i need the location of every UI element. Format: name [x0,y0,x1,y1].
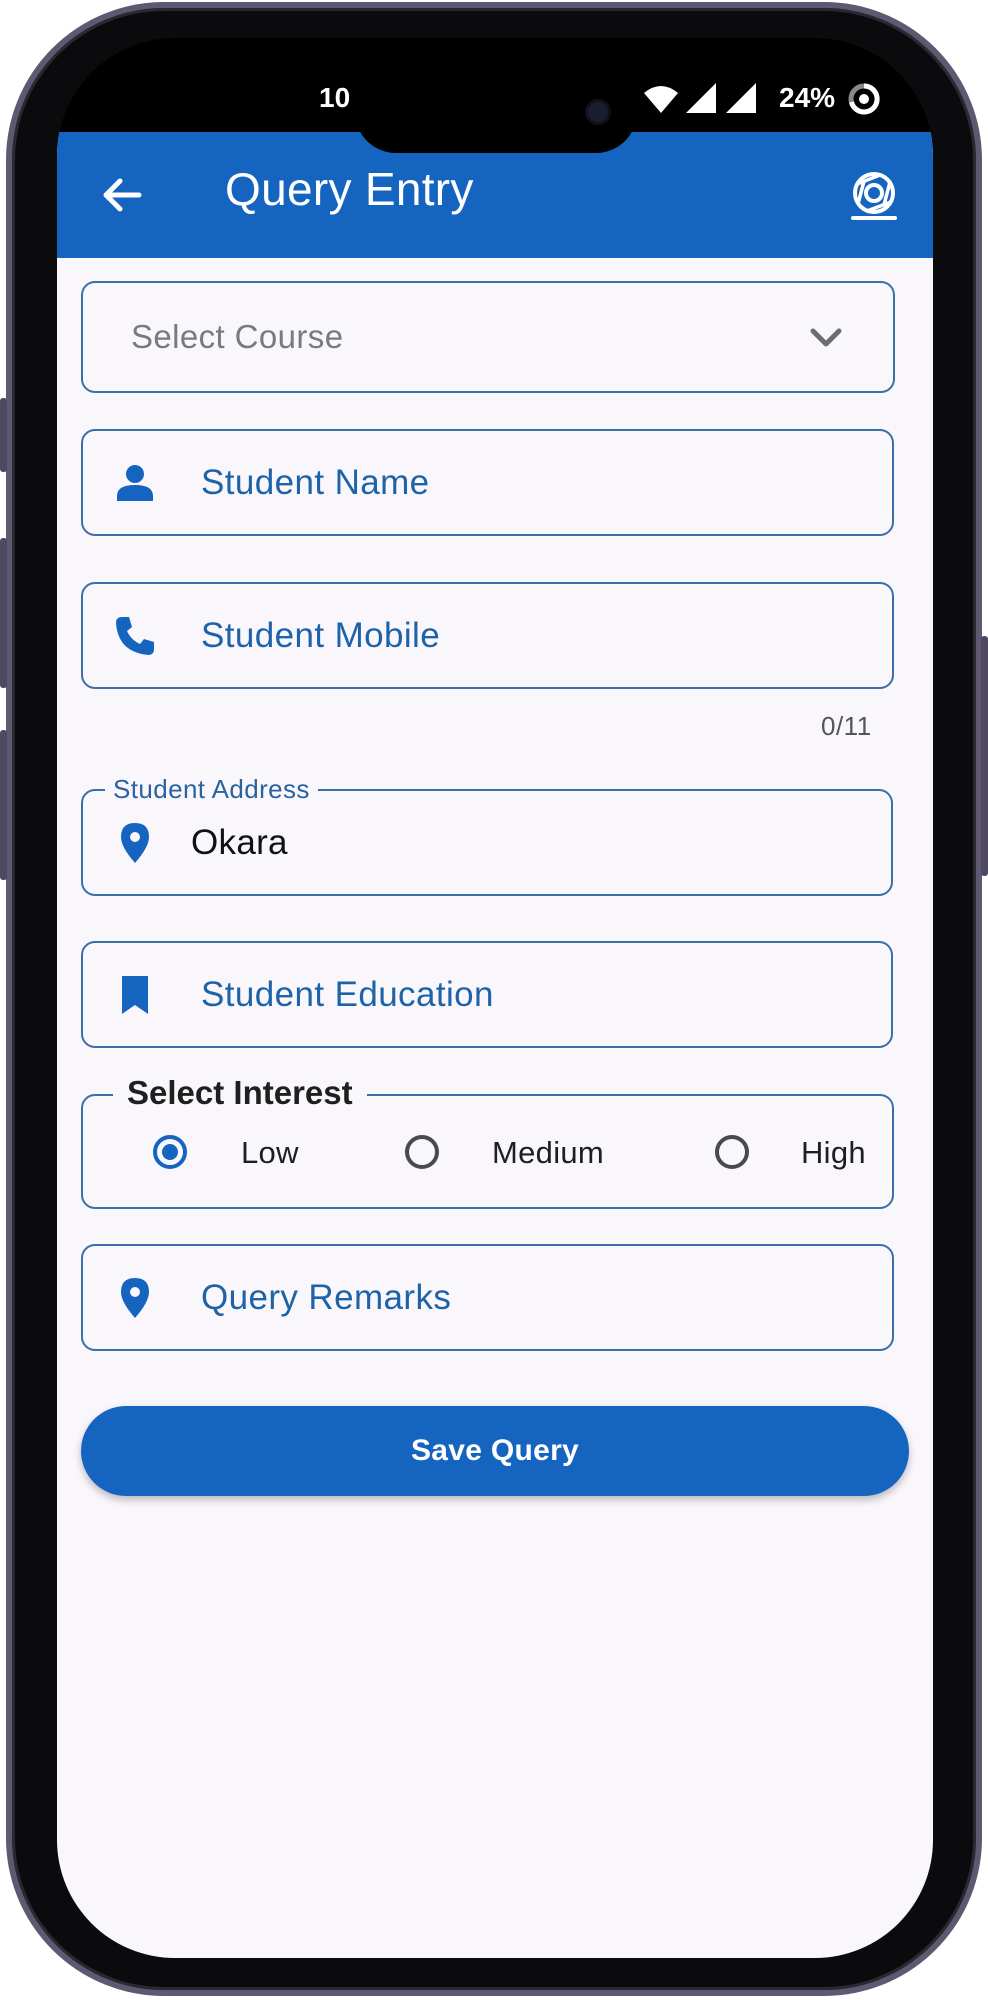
student-name-label: Student Name [201,462,430,502]
student-address-field[interactable]: Student Address Okara [81,774,893,896]
power-button [981,636,988,876]
save-query-label: Save Query [410,1434,580,1467]
query-remarks-label: Query Remarks [201,1277,452,1317]
volume-up-button [0,538,7,688]
dynamic-island [355,71,637,153]
front-camera-icon [588,102,608,122]
page-title: Query Entry [225,163,474,215]
mobile-char-counter: 0/11 [821,711,872,741]
person-icon [117,464,153,501]
battery-percent: 24% [779,82,836,113]
bookmark-icon [122,975,148,1014]
radio-high-indicator [715,1134,749,1169]
student-mobile-label: Student Mobile [201,615,441,655]
radio-low-indicator [153,1134,187,1169]
save-query-button[interactable]: Save Query [81,1406,909,1496]
phone-screen: 10 24% Query Entry Select Course Student… [57,38,933,1958]
radio-high-label: High [801,1134,866,1170]
location-pin-icon [121,822,149,863]
student-address-value: Okara [191,822,288,862]
location-pin-icon [121,1277,149,1318]
action-button [0,398,7,472]
student-address-label: Student Address [105,774,318,805]
signal-icon [726,83,756,113]
radio-medium-indicator [405,1134,439,1169]
radio-medium-label: Medium [492,1134,605,1170]
student-mobile-field[interactable]: Student Mobile [81,582,894,689]
signal-icon [686,83,716,113]
query-remarks-field[interactable]: Query Remarks [81,1244,894,1351]
camera-lens-icon[interactable] [847,168,901,222]
wifi-icon [644,86,678,113]
battery-ring-icon [848,83,880,115]
student-education-field[interactable]: Student Education [81,941,893,1048]
course-select-placeholder: Select Course [131,318,344,355]
interest-group: Select Interest Low Medium High [81,1074,894,1209]
phone-icon [116,616,154,655]
radio-high[interactable]: High [715,1132,875,1172]
volume-down-button [0,730,7,880]
course-select[interactable]: Select Course [81,281,895,393]
arrow-left-icon[interactable] [95,168,149,222]
radio-low[interactable]: Low [153,1132,303,1172]
student-education-label: Student Education [201,974,494,1014]
interest-legend: Select Interest [113,1074,367,1112]
student-name-field[interactable]: Student Name [81,429,894,536]
radio-medium[interactable]: Medium [405,1132,625,1172]
chevron-down-icon [810,328,842,347]
radio-low-label: Low [241,1134,299,1170]
status-time: 10 [319,82,351,113]
